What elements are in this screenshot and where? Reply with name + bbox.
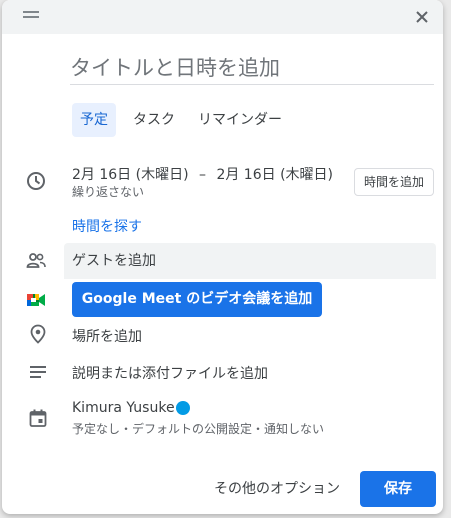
add-description-field[interactable]: 説明または添付ファイルを追加 [72, 363, 268, 383]
add-time-button[interactable]: 時間を追加 [354, 168, 434, 196]
calendar-color-dot [176, 401, 190, 415]
people-icon [26, 253, 46, 268]
calendar-icon [29, 409, 47, 427]
start-date[interactable]: 2月 16日 (木曜日) [72, 167, 189, 183]
close-icon[interactable] [414, 9, 430, 25]
end-date[interactable]: 2月 16日 (木曜日) [216, 167, 333, 183]
repeat-option[interactable]: 繰り返さない [72, 183, 144, 200]
date-range[interactable]: 2月 16日 (木曜日) – 2月 16日 (木曜日) [72, 164, 333, 184]
tab-task[interactable]: タスク [133, 103, 175, 137]
find-time-link[interactable]: 時間を探す [72, 216, 142, 236]
add-location-field[interactable]: 場所を追加 [72, 326, 142, 346]
google-meet-icon [27, 294, 45, 306]
add-guests-field[interactable]: ゲストを追加 [64, 243, 436, 279]
date-separator: – [199, 167, 206, 183]
title-input[interactable] [70, 52, 434, 85]
dialog-header[interactable] [2, 0, 443, 34]
drag-handle-icon[interactable] [23, 11, 39, 19]
tab-event[interactable]: 予定 [72, 103, 116, 137]
clock-icon [27, 172, 45, 190]
location-icon [30, 324, 46, 344]
event-dialog: 予定 タスク リマインダー 2月 16日 (木曜日) – 2月 16日 (木曜日… [2, 0, 443, 514]
calendar-details[interactable]: 予定なし・デフォルトの公開設定・通知しない [72, 420, 324, 437]
calendar-owner[interactable]: Kimura Yusuke [72, 400, 175, 416]
more-options-button[interactable]: その他のオプション [214, 474, 340, 504]
add-google-meet-button[interactable]: Google Meet のビデオ会議を追加 [72, 282, 322, 317]
save-button[interactable]: 保存 [360, 471, 436, 507]
notes-icon [30, 366, 46, 378]
tab-reminder[interactable]: リマインダー [198, 103, 282, 137]
